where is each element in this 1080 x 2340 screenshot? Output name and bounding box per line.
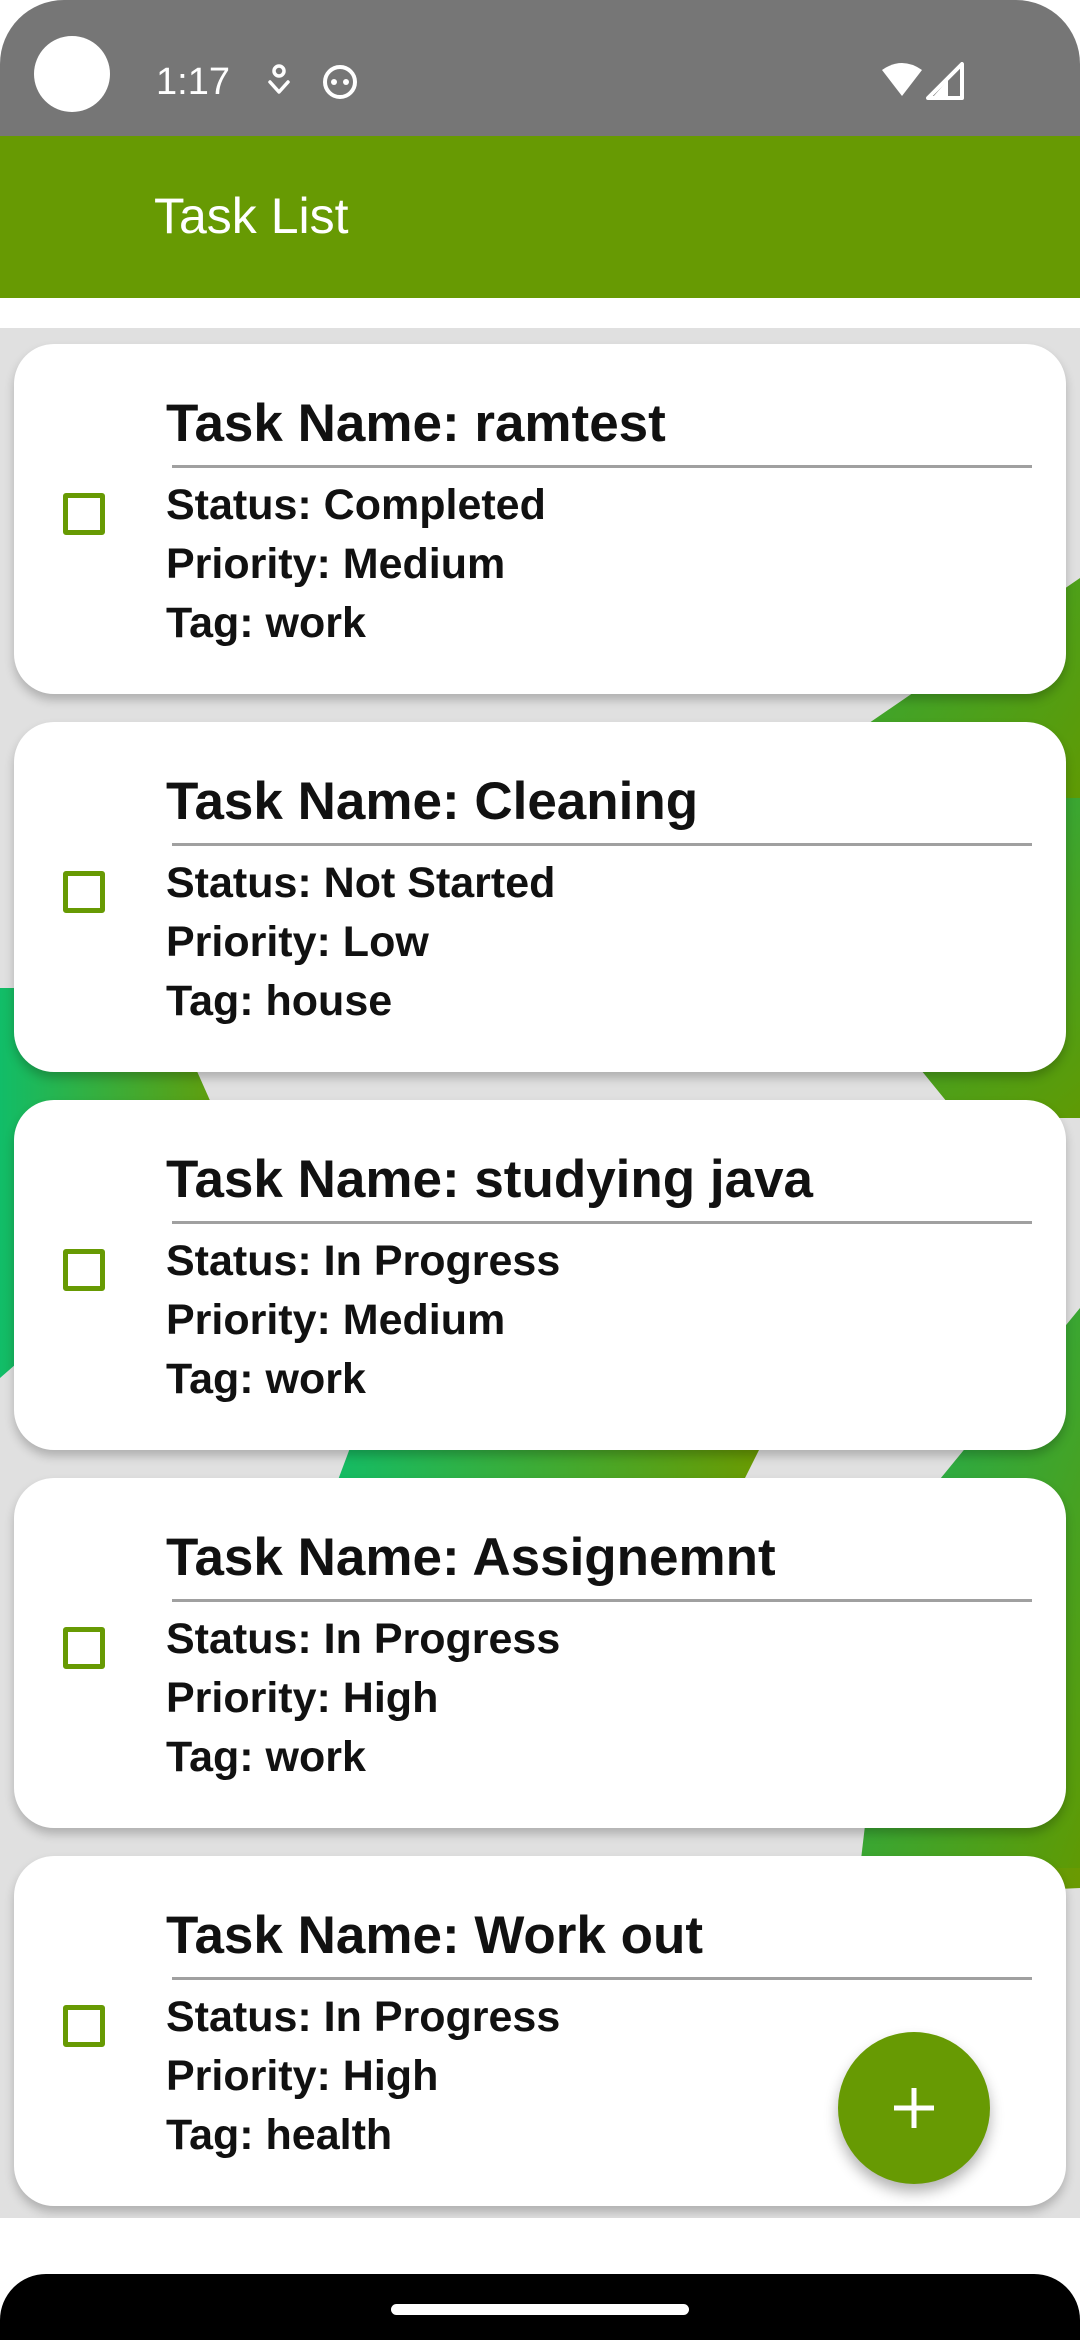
task-priority: Priority: Medium xyxy=(166,540,506,588)
navigation-bar xyxy=(0,2274,1080,2340)
task-status: Status: In Progress xyxy=(166,1237,561,1285)
task-tag: Tag: work xyxy=(166,599,366,647)
task-status: Status: In Progress xyxy=(166,1615,561,1663)
task-priority: Priority: High xyxy=(166,1674,439,1722)
task-name: Task Name: studying java xyxy=(166,1150,814,1209)
task-priority: Priority: Medium xyxy=(166,1296,506,1344)
task-checkbox[interactable] xyxy=(63,493,105,535)
task-card[interactable]: Task Name: Assignemnt Status: In Progres… xyxy=(14,1478,1066,1828)
task-checkbox[interactable] xyxy=(63,1249,105,1291)
task-tag: Tag: work xyxy=(166,1355,366,1403)
task-checkbox[interactable] xyxy=(63,871,105,913)
task-tag: Tag: house xyxy=(166,977,393,1025)
task-name: Task Name: Assignemnt xyxy=(166,1528,776,1587)
divider xyxy=(172,1221,1032,1224)
app-notification-icon xyxy=(268,64,290,94)
page-title: Task List xyxy=(154,188,349,244)
task-status: Status: In Progress xyxy=(166,1993,561,2041)
task-checkbox[interactable] xyxy=(63,2005,105,2047)
camera-cutout xyxy=(34,36,110,112)
task-list[interactable]: Task Name: ramtest Status: Completed Pri… xyxy=(0,328,1080,2218)
task-name: Task Name: Work out xyxy=(166,1906,703,1965)
divider xyxy=(172,1977,1032,1980)
task-card[interactable]: Task Name: ramtest Status: Completed Pri… xyxy=(14,344,1066,694)
task-tag: Tag: work xyxy=(166,1733,366,1781)
wifi-icon xyxy=(882,63,922,96)
android-debug-icon xyxy=(323,65,357,99)
cell-signal-icon xyxy=(926,62,964,100)
status-bar: 1:17 xyxy=(0,0,1080,136)
task-card[interactable]: Task Name: studying java Status: In Prog… xyxy=(14,1100,1066,1450)
task-checkbox[interactable] xyxy=(63,1627,105,1669)
task-tag: Tag: health xyxy=(166,2111,393,2159)
app-bar: Task List xyxy=(0,136,1080,298)
task-priority: Priority: High xyxy=(166,2052,439,2100)
task-status: Status: Completed xyxy=(166,481,546,529)
divider xyxy=(172,465,1032,468)
home-indicator[interactable] xyxy=(391,2304,689,2315)
task-status: Status: Not Started xyxy=(166,859,556,907)
status-time: 1:17 xyxy=(156,61,230,103)
add-task-button[interactable] xyxy=(838,2032,990,2184)
task-card[interactable]: Task Name: Cleaning Status: Not Started … xyxy=(14,722,1066,1072)
task-name: Task Name: ramtest xyxy=(166,394,666,453)
divider xyxy=(172,843,1032,846)
plus-icon xyxy=(894,2088,934,2128)
divider xyxy=(172,1599,1032,1602)
task-priority: Priority: Low xyxy=(166,918,429,966)
task-name: Task Name: Cleaning xyxy=(166,772,699,831)
